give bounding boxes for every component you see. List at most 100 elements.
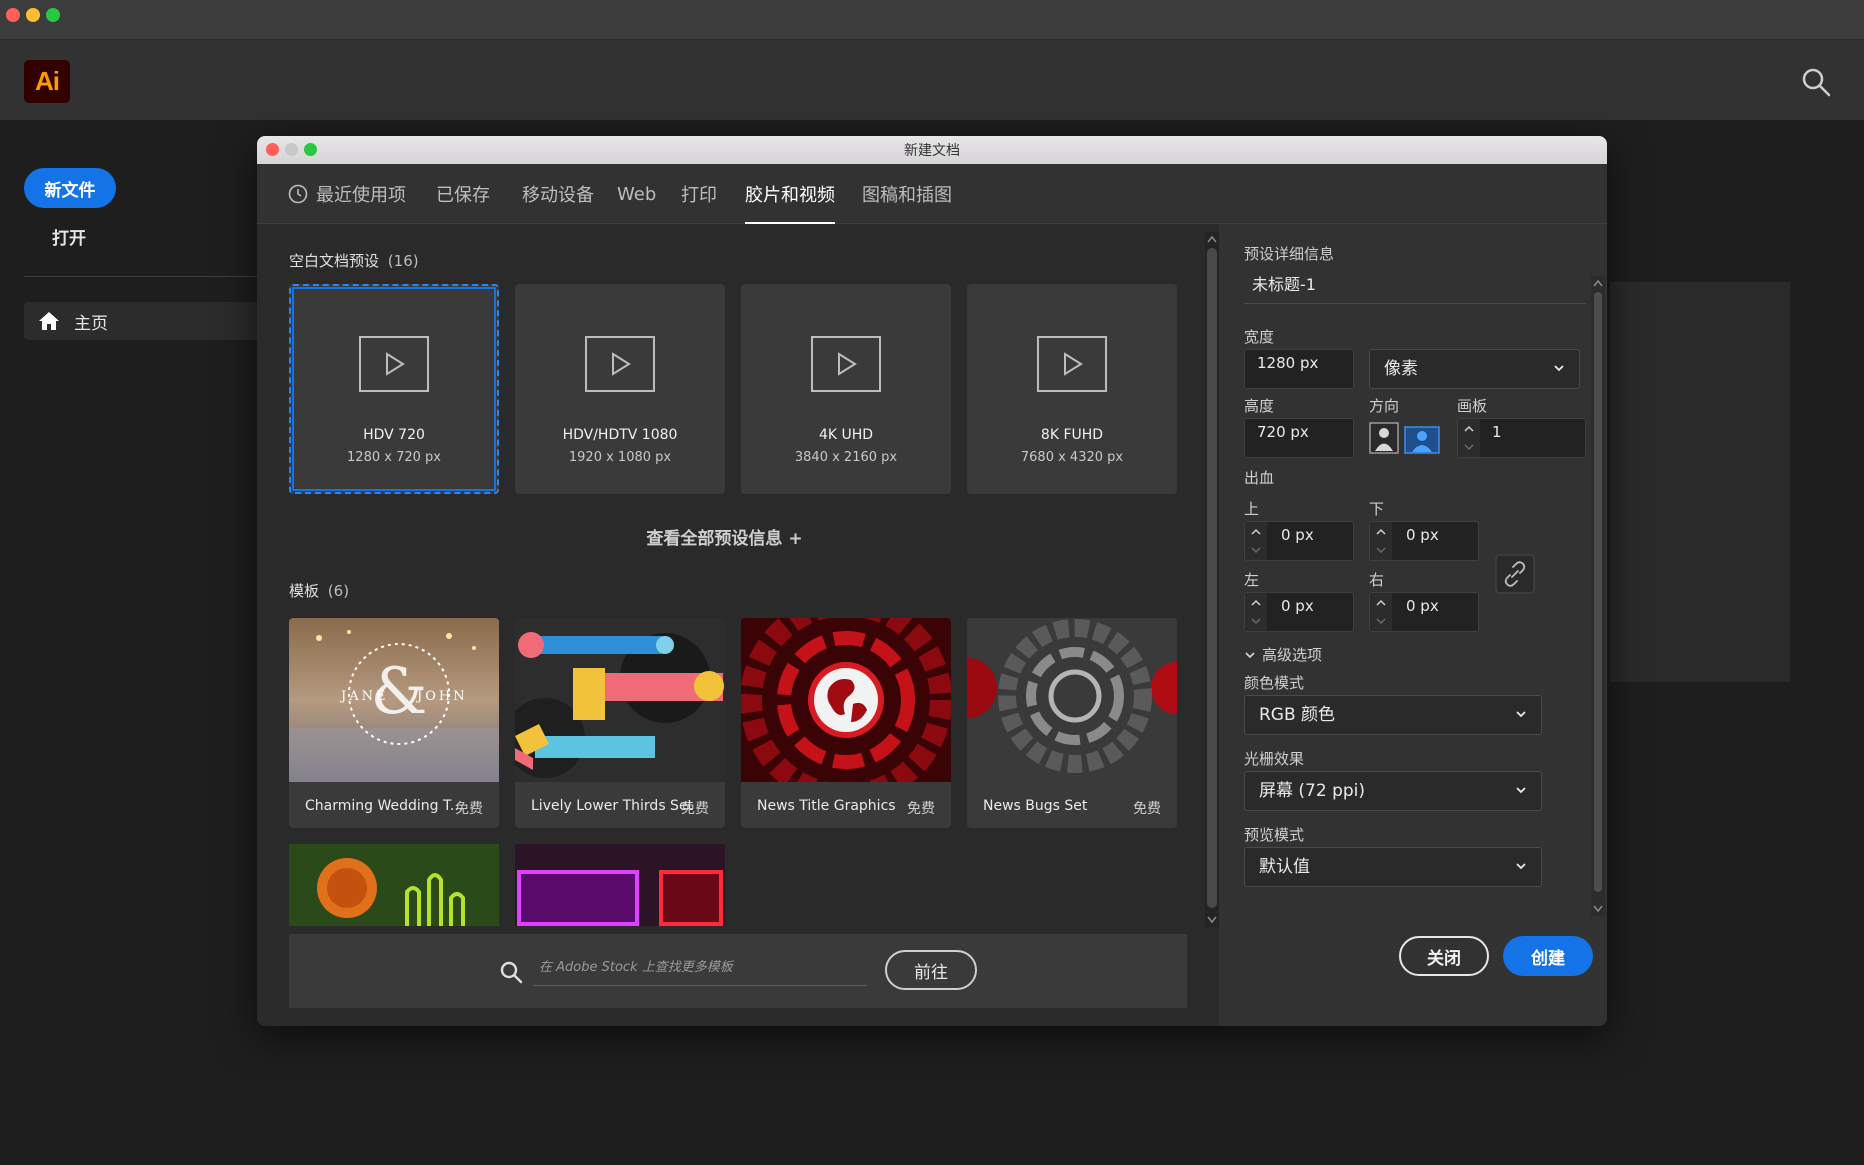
tab-web[interactable]: Web (617, 164, 656, 224)
template-card-news-bugs[interactable]: News Bugs Set 免费 (967, 618, 1177, 828)
preset-size: 3840 x 2160 px (794, 450, 898, 465)
artboards-stepper[interactable] (1458, 419, 1480, 459)
raster-effects-select[interactable]: 屏幕 (72 ppi) (1244, 771, 1542, 811)
tab-label: 移动设备 (522, 185, 594, 206)
template-thumbnail (515, 618, 725, 782)
color-mode-select[interactable]: RGB 颜色 (1244, 695, 1542, 735)
template-thumbnail (741, 618, 951, 782)
minimize-window-button[interactable] (26, 8, 40, 22)
template-card-neon-sun[interactable] (289, 844, 499, 926)
raster-effects-value: 屏幕 (72 ppi) (1259, 781, 1366, 801)
template-price: 免费 (1133, 801, 1161, 817)
chevron-down-icon (1516, 711, 1526, 718)
landscape-orientation-icon[interactable] (1404, 426, 1440, 454)
stock-search-bar: 在 Adobe Stock 上查找更多模板 前往 (289, 934, 1187, 1008)
preset-size: 7680 x 4320 px (1020, 450, 1124, 465)
tab-label: Web (617, 183, 657, 205)
preset-card-8k[interactable]: 8K FUHD 7680 x 4320 px (967, 284, 1177, 494)
unit-select[interactable]: 像素 (1369, 349, 1580, 389)
view-all-presets-link[interactable]: 查看全部预设信息 + (257, 524, 1192, 549)
template-name: News Title Graphics (757, 798, 896, 814)
preview-mode-select[interactable]: 默认值 (1244, 847, 1542, 887)
preset-size: 1280 x 720 px (347, 450, 441, 465)
presets-pane: 空白文档预设 (16) HDV 720 1280 x 720 px HDV/HD… (257, 224, 1219, 1026)
width-input[interactable]: 1280 px (1244, 349, 1354, 389)
dialog-close-dot[interactable] (266, 143, 279, 156)
close-window-button[interactable] (6, 8, 20, 22)
category-tabs: 最近使用项 已保存 移动设备 Web 打印 胶片和视频 图稿和插图 (257, 164, 1607, 224)
template-card-wedding[interactable]: & JANE JOHN Charming Wedding T... 免费 (289, 618, 499, 828)
height-input[interactable]: 720 px (1244, 418, 1354, 458)
portrait-orientation-icon[interactable] (1369, 422, 1399, 454)
templates-heading-text: 模板 (289, 582, 320, 600)
video-preset-icon (1037, 336, 1107, 392)
tab-label: 已保存 (436, 185, 490, 206)
document-name-input[interactable]: 未标题-1 (1244, 270, 1586, 304)
template-thumbnail (967, 618, 1177, 782)
create-button[interactable]: 创建 (1503, 936, 1593, 976)
bleed-left-label: 左 (1244, 571, 1260, 589)
bleed-bottom-label: 下 (1369, 500, 1385, 518)
bleed-bottom-stepper[interactable] (1370, 522, 1392, 562)
sidebar-item-home[interactable]: 主页 (24, 302, 260, 340)
svg-text:JOHN: JOHN (415, 689, 468, 704)
preset-name: 4K UHD (818, 427, 874, 443)
advanced-options-label: 高级选项 (1262, 646, 1323, 664)
template-price: 免费 (455, 801, 483, 817)
link-bleed-icon[interactable] (1495, 554, 1535, 594)
template-card-lower-thirds[interactable]: Lively Lower Thirds Set 免费 (515, 618, 725, 828)
presets-scrollbar[interactable] (1205, 232, 1219, 927)
sidebar-item-label: 主页 (74, 313, 108, 334)
bleed-right-stepper[interactable] (1370, 593, 1392, 633)
dialog-titlebar: 新建文档 (257, 136, 1607, 164)
dialog-zoom-dot[interactable] (304, 143, 317, 156)
height-label: 高度 (1244, 397, 1275, 415)
zoom-window-button[interactable] (46, 8, 60, 22)
app-header: Ai (0, 40, 1864, 120)
preset-card-hdv720[interactable]: HDV 720 1280 x 720 px (289, 284, 499, 494)
video-preset-icon (811, 336, 881, 392)
presets-count: (16) (387, 252, 419, 270)
go-button[interactable]: 前往 (885, 950, 977, 990)
presets-heading: 空白文档预设 (16) (289, 250, 419, 271)
preset-card-4k[interactable]: 4K UHD 3840 x 2160 px (741, 284, 951, 494)
bleed-label: 出血 (1244, 469, 1275, 487)
preview-mode-value: 默认值 (1259, 857, 1310, 877)
tab-label: 胶片和视频 (745, 185, 835, 206)
orientation-label: 方向 (1369, 397, 1400, 415)
details-heading: 预设详细信息 (1244, 245, 1335, 263)
illustrator-logo: Ai (24, 60, 70, 103)
open-button[interactable]: 打开 (52, 224, 86, 249)
advanced-options-toggle[interactable]: 高级选项 (1244, 644, 1322, 665)
tab-art-illustration[interactable]: 图稿和插图 (862, 164, 952, 224)
template-name: Lively Lower Thirds Set (531, 798, 694, 814)
new-document-dialog: 新建文档 最近使用项 已保存 移动设备 Web 打印 胶片和视频 图稿和插图 空… (257, 136, 1607, 1026)
video-preset-icon (359, 336, 429, 392)
search-icon[interactable] (1800, 66, 1832, 98)
tab-label: 图稿和插图 (862, 185, 952, 206)
bleed-left-stepper[interactable] (1245, 593, 1267, 633)
details-scrollbar[interactable] (1591, 276, 1605, 916)
tab-print[interactable]: 打印 (681, 164, 717, 224)
close-button[interactable]: 关闭 (1399, 936, 1489, 976)
template-name: Charming Wedding T... (305, 798, 464, 814)
template-thumbnail: & JANE JOHN (289, 618, 499, 782)
tab-film-video[interactable]: 胶片和视频 (745, 164, 835, 224)
chevron-down-icon (1516, 863, 1526, 870)
bleed-top-stepper[interactable] (1245, 522, 1267, 562)
tab-recent[interactable]: 最近使用项 (288, 164, 406, 224)
stock-search-input[interactable]: 在 Adobe Stock 上查找更多模板 (533, 956, 867, 986)
new-file-button[interactable]: 新文件 (24, 168, 116, 208)
template-card-neon-frames[interactable] (515, 844, 725, 926)
dialog-minimize-dot[interactable] (285, 143, 298, 156)
tab-mobile[interactable]: 移动设备 (522, 164, 594, 224)
template-card-news-title[interactable]: News Title Graphics 免费 (741, 618, 951, 828)
tab-saved[interactable]: 已保存 (436, 164, 490, 224)
tab-label: 打印 (681, 185, 717, 206)
chevron-down-icon (1554, 365, 1564, 372)
preset-name: 8K FUHD (1040, 427, 1104, 443)
width-label: 宽度 (1244, 328, 1275, 346)
artboards-label: 画板 (1457, 397, 1488, 415)
chevron-down-icon (1245, 651, 1255, 658)
preset-card-hdtv1080[interactable]: HDV/HDTV 1080 1920 x 1080 px (515, 284, 725, 494)
